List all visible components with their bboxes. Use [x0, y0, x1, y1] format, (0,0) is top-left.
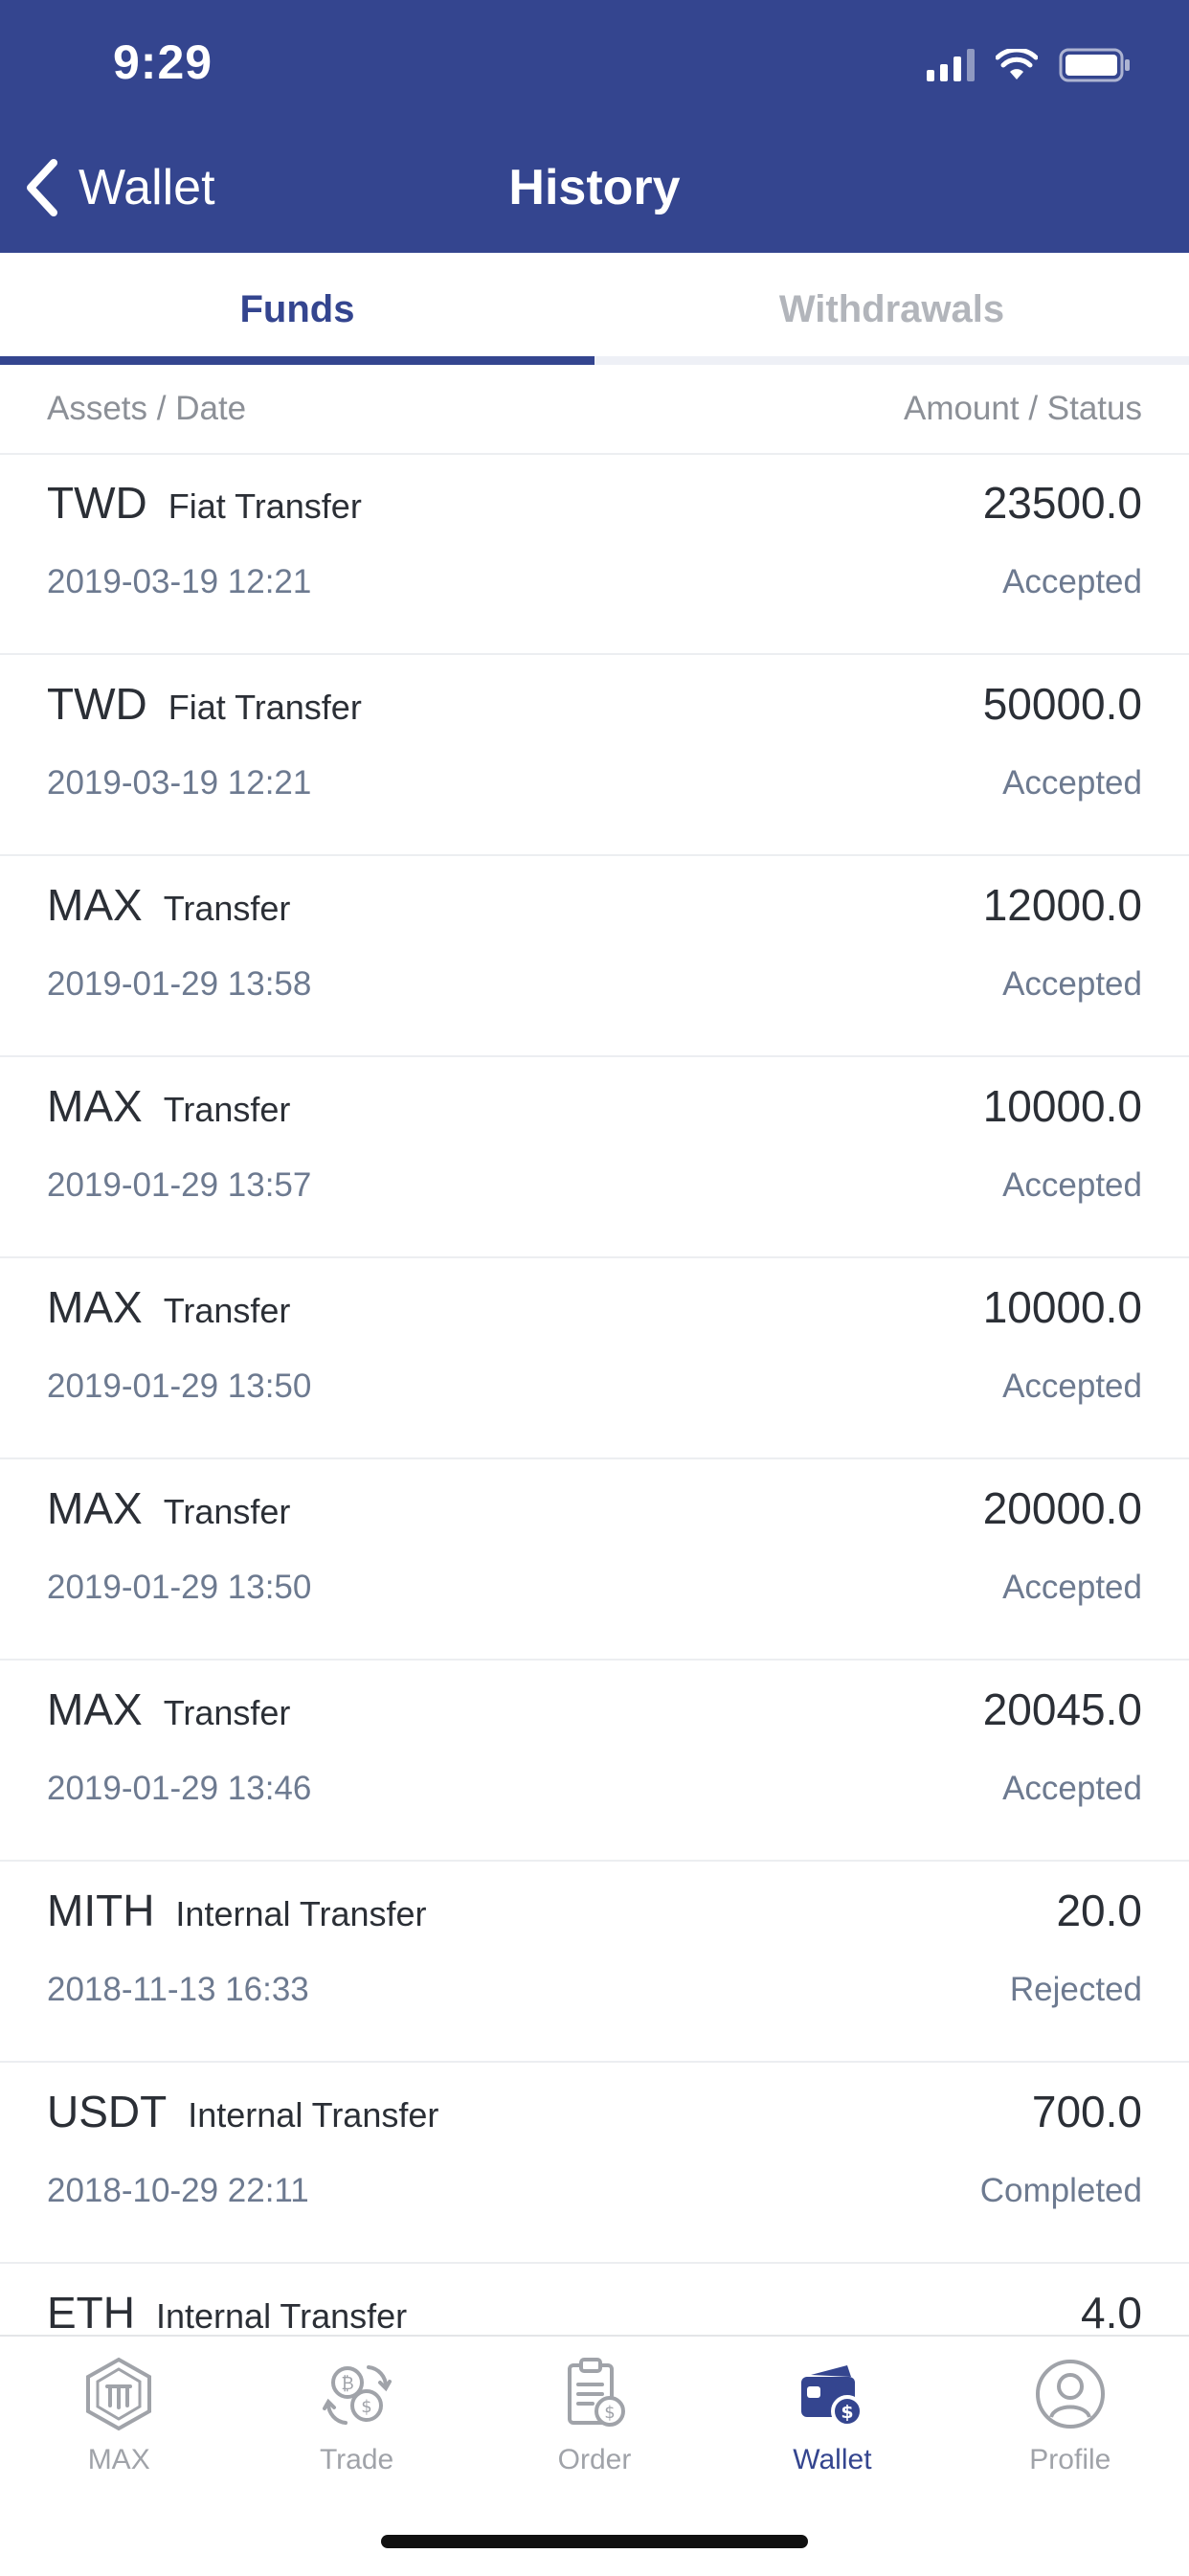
record-amount: 700.0 [1031, 2087, 1142, 2136]
asset-code: MAX [47, 880, 143, 930]
record-status: Rejected [1009, 1971, 1142, 2008]
active-tab-indicator [0, 356, 594, 365]
svg-text:$: $ [841, 2402, 854, 2423]
asset-code: MAX [47, 1483, 143, 1533]
transfer-type: Fiat Transfer [168, 486, 362, 526]
transfer-type: Internal Transfer [188, 2095, 439, 2135]
record-date: 2019-01-29 13:50 [47, 1367, 312, 1405]
record-status: Accepted [1002, 764, 1142, 802]
wifi-icon [996, 49, 1038, 79]
record-date: 2019-03-19 12:21 [47, 764, 312, 802]
asset-code: ETH [47, 2288, 135, 2335]
asset-code: TWD [47, 679, 147, 729]
history-row[interactable]: MAX Transfer 2019-01-29 13:46 20045.0 Acc… [0, 1661, 1189, 1862]
record-status: Accepted [1002, 1367, 1142, 1405]
record-amount: 23500.0 [982, 478, 1142, 528]
status-time: 9:29 [113, 35, 213, 89]
history-row[interactable]: TWD Fiat Transfer 2019-03-19 12:21 23500.… [0, 454, 1189, 655]
battery-icon [1059, 48, 1130, 82]
history-row[interactable]: USDT Internal Transfer 2018-10-29 22:11 7… [0, 2063, 1189, 2264]
record-amount: 10000.0 [982, 1282, 1142, 1332]
history-row[interactable]: ETH Internal Transfer 4.0 [0, 2264, 1189, 2335]
transfer-type: Transfer [163, 1291, 291, 1330]
tab-withdrawals[interactable]: Withdrawals [594, 253, 1189, 358]
record-status: Accepted [1002, 1166, 1142, 1204]
history-row[interactable]: MAX Transfer 2019-01-29 13:57 10000.0 Acc… [0, 1057, 1189, 1258]
home-indicator[interactable] [381, 2535, 808, 2548]
tabbar-item-profile[interactable]: Profile [952, 2337, 1189, 2476]
asset-code: MAX [47, 1282, 143, 1332]
status-icons [927, 42, 1132, 88]
history-row[interactable]: MITH Internal Transfer 2018-11-13 16:33 2… [0, 1862, 1189, 2063]
max-logo-icon [86, 2357, 152, 2431]
column-header-amount-status: Amount / Status [903, 390, 1142, 427]
record-date: 2018-10-29 22:11 [47, 2172, 309, 2209]
record-status: Accepted [1002, 1770, 1142, 1807]
record-amount: 20000.0 [982, 1483, 1142, 1533]
tabbar-label: Trade [319, 2444, 394, 2475]
record-date: 2018-11-13 16:33 [47, 1971, 309, 2008]
transfer-type: Internal Transfer [156, 2296, 408, 2335]
asset-code: TWD [47, 478, 147, 528]
record-amount: 12000.0 [982, 880, 1142, 930]
record-amount: 20.0 [1056, 1886, 1142, 1935]
history-row[interactable]: MAX Transfer 2019-01-29 13:58 12000.0 Acc… [0, 856, 1189, 1057]
transfer-type: Internal Transfer [175, 1894, 427, 1933]
transfer-type: Transfer [163, 889, 291, 928]
tabbar-label: Profile [1029, 2444, 1111, 2475]
record-amount: 50000.0 [982, 679, 1142, 729]
order-icon: $ [568, 2358, 626, 2427]
asset-code: USDT [47, 2087, 168, 2136]
column-headers: Assets / Date Amount / Status [0, 365, 1189, 455]
tabbar-item-wallet[interactable]: $ Wallet [713, 2337, 951, 2476]
trade-icon: ₿ $ [322, 2365, 392, 2425]
cellular-signal-icon [927, 49, 975, 81]
record-date: 2019-01-29 13:58 [47, 965, 312, 1003]
tabbar-label: MAX [87, 2444, 150, 2475]
history-row[interactable]: TWD Fiat Transfer 2019-03-19 12:21 50000.… [0, 655, 1189, 856]
transfer-type: Transfer [163, 1090, 291, 1129]
header: 9:29 Wallet History [0, 0, 1189, 253]
svg-text:$: $ [361, 2397, 371, 2417]
history-row[interactable]: MAX Transfer 2019-01-29 13:50 10000.0 Acc… [0, 1258, 1189, 1459]
history-list[interactable]: TWD Fiat Transfer 2019-03-19 12:21 23500.… [0, 454, 1189, 2335]
wallet-icon: $ [801, 2365, 864, 2428]
history-tabs: Funds Withdrawals [0, 253, 1189, 358]
transfer-type: Transfer [163, 1693, 291, 1732]
record-date: 2019-03-19 12:21 [47, 563, 312, 600]
record-amount: 10000.0 [982, 1081, 1142, 1131]
tabbar-item-order[interactable]: $ Order [476, 2337, 713, 2476]
svg-text:₿: ₿ [341, 2374, 353, 2394]
record-status: Completed [979, 2172, 1142, 2209]
tab-funds[interactable]: Funds [0, 253, 594, 358]
asset-code: MITH [47, 1886, 155, 1935]
record-date: 2019-01-29 13:46 [47, 1770, 312, 1807]
transfer-type: Transfer [163, 1492, 291, 1531]
column-header-assets-date: Assets / Date [47, 390, 247, 427]
asset-code: MAX [47, 1081, 143, 1131]
record-status: Accepted [1002, 965, 1142, 1003]
page-title: History [508, 160, 681, 215]
record-status: Accepted [1002, 563, 1142, 600]
record-amount: 20045.0 [982, 1684, 1142, 1734]
asset-code: MAX [47, 1684, 143, 1734]
tabbar-label: Wallet [793, 2444, 872, 2475]
record-amount: 4.0 [1081, 2288, 1142, 2335]
tabbar-item-trade[interactable]: ₿ $ Trade [237, 2337, 475, 2476]
tabbar-item-max[interactable]: MAX [0, 2337, 237, 2476]
tabbar-label: Order [557, 2444, 632, 2475]
svg-text:$: $ [604, 2403, 615, 2423]
record-date: 2019-01-29 13:50 [47, 1569, 312, 1606]
record-status: Accepted [1002, 1569, 1142, 1606]
transfer-type: Fiat Transfer [168, 688, 362, 727]
history-row[interactable]: MAX Transfer 2019-01-29 13:50 20000.0 Acc… [0, 1459, 1189, 1661]
record-date: 2019-01-29 13:57 [47, 1166, 312, 1204]
profile-icon [1035, 2360, 1105, 2429]
